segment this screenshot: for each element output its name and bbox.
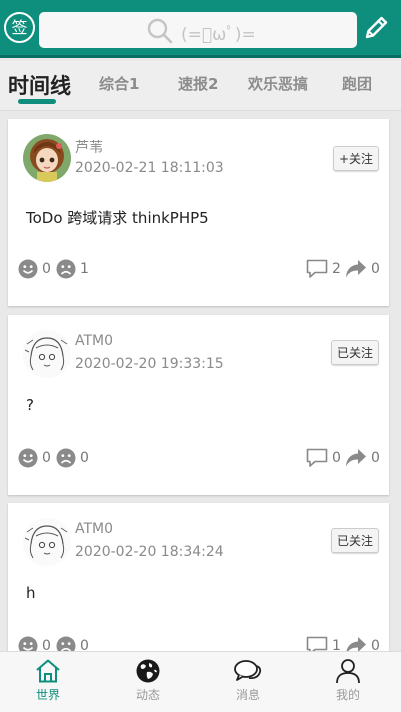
smile-icon <box>18 448 38 468</box>
share-icon <box>346 449 366 467</box>
share-action[interactable]: 0 <box>345 448 380 468</box>
frown-icon <box>56 448 76 468</box>
nav-label: 动态 <box>135 688 160 702</box>
comment-icon <box>306 448 328 467</box>
avatar[interactable] <box>23 330 71 378</box>
share-count: 0 <box>371 261 380 277</box>
tab-timeline[interactable]: 时间线 <box>8 70 71 100</box>
nav-me[interactable]: 我的 <box>318 658 378 703</box>
frown-icon <box>56 259 76 279</box>
comment-count: 2 <box>332 261 341 277</box>
search-input[interactable]: (=ﾟωﾟ)= <box>39 12 357 48</box>
post-content: ? <box>26 396 34 414</box>
dislike-count: 1 <box>80 261 89 277</box>
like-count: 0 <box>42 450 51 466</box>
chat-icon <box>234 660 262 681</box>
bottom-nav: 世界 动态 消息 我的 <box>0 651 401 712</box>
nav-label: 我的 <box>335 688 360 702</box>
search-icon <box>147 18 173 44</box>
post-time: 2020-02-20 19:33:15 <box>75 356 224 372</box>
top-bar: 签 (=ﾟωﾟ)= <box>0 0 401 58</box>
post-username[interactable]: ATM0 <box>75 521 113 537</box>
like-action[interactable]: 0 <box>18 259 51 279</box>
tab-trpg[interactable]: 跑团 <box>342 73 372 94</box>
follow-button[interactable]: 已关注 <box>330 528 379 553</box>
home-icon <box>36 659 60 683</box>
globe-icon <box>136 659 160 683</box>
nav-world[interactable]: 世界 <box>18 658 78 703</box>
post-username[interactable]: ATM0 <box>75 333 113 349</box>
comment-action[interactable]: 0 <box>306 448 341 468</box>
like-count: 0 <box>42 261 51 277</box>
nav-messages[interactable]: 消息 <box>218 658 278 703</box>
post-time: 2020-02-20 18:34:24 <box>75 544 224 560</box>
avatar[interactable] <box>23 518 71 566</box>
share-count: 0 <box>371 450 380 466</box>
comment-action[interactable]: 2 <box>306 259 341 279</box>
follow-button[interactable]: 已关注 <box>330 340 379 365</box>
user-icon <box>336 659 360 684</box>
dislike-action[interactable]: 0 <box>56 448 89 468</box>
post-content: ToDo 跨域请求 thinkPHP5 <box>26 209 209 227</box>
checkin-button[interactable]: 签 <box>4 12 35 43</box>
post-content: h <box>26 584 36 602</box>
nav-feed[interactable]: 动态 <box>118 658 178 703</box>
active-tab-indicator <box>18 99 56 104</box>
tab-general[interactable]: 综合1 <box>99 73 139 94</box>
nav-label: 世界 <box>35 688 60 702</box>
comment-count: 0 <box>332 450 341 466</box>
post-username[interactable]: 芦苇 <box>75 137 103 157</box>
dislike-action[interactable]: 1 <box>56 259 89 279</box>
nav-label: 消息 <box>235 688 260 702</box>
post-time: 2020-02-21 18:11:03 <box>75 160 224 176</box>
follow-button[interactable]: +关注 <box>332 146 379 171</box>
smile-icon <box>18 259 38 279</box>
tab-fun[interactable]: 欢乐恶搞 <box>248 73 308 94</box>
category-tabs: 时间线 综合1 速报2 欢乐恶搞 跑团 <box>0 61 401 111</box>
dislike-count: 0 <box>80 450 89 466</box>
tab-news[interactable]: 速报2 <box>178 73 218 94</box>
avatar[interactable] <box>23 134 71 182</box>
post-card[interactable]: 芦苇 2020-02-21 18:11:03 +关注 ToDo 跨域请求 thi… <box>8 119 389 306</box>
share-icon <box>346 260 366 278</box>
search-placeholder: (=ﾟωﾟ)= <box>181 25 256 45</box>
pencil-icon[interactable] <box>362 12 390 42</box>
share-action[interactable]: 0 <box>345 259 380 279</box>
post-card[interactable]: ATM0 2020-02-20 19:33:15 已关注 ? 0 0 0 0 <box>8 315 389 495</box>
comment-icon <box>306 259 328 278</box>
like-action[interactable]: 0 <box>18 448 51 468</box>
